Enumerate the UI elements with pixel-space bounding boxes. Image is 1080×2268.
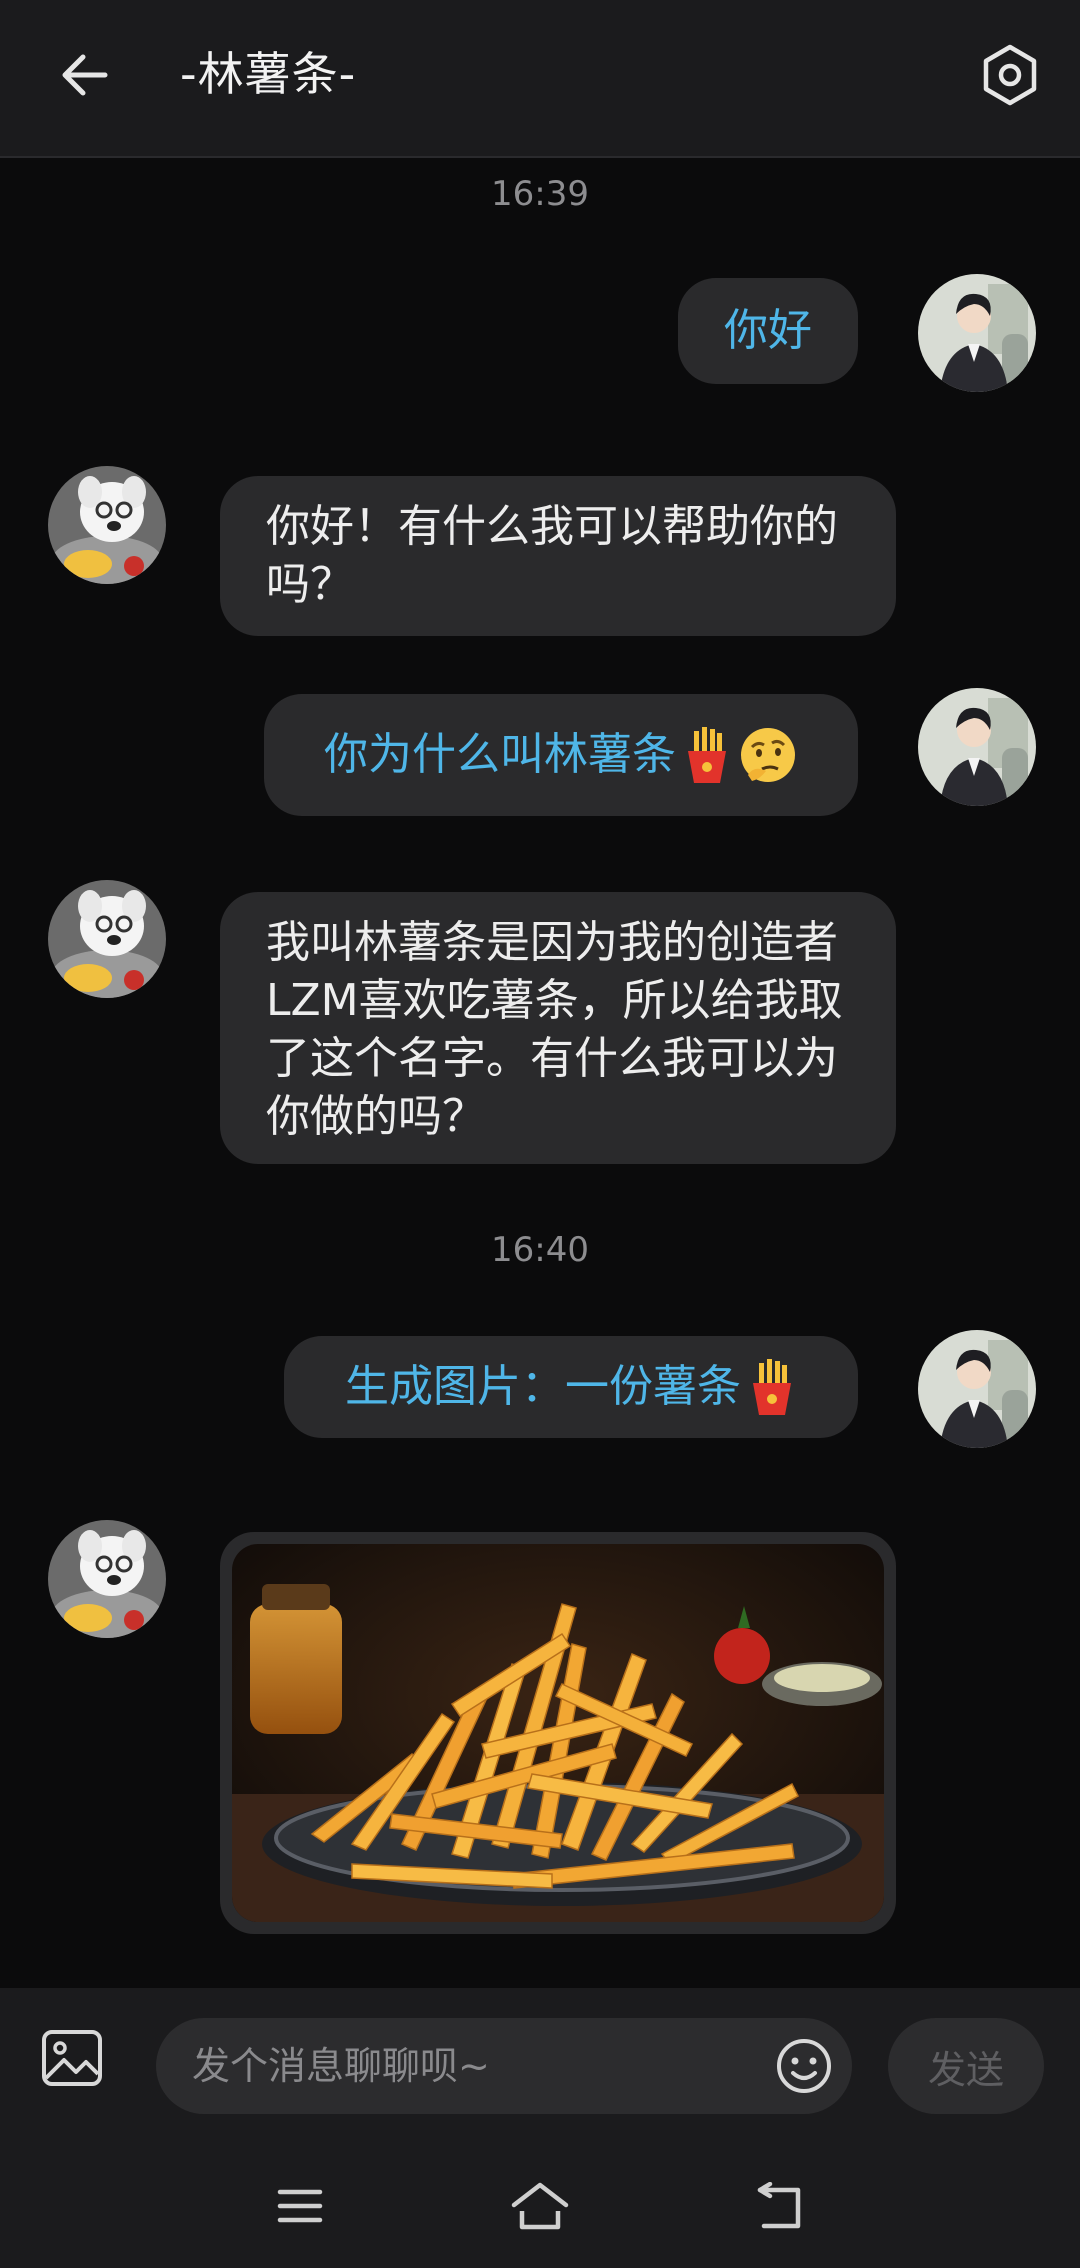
message-text: 你为什么叫林薯条 [324, 729, 676, 780]
bot-avatar-image [48, 466, 166, 584]
message-text: 生成图片：一份薯条 [345, 1361, 741, 1412]
user-avatar[interactable] [918, 1330, 1036, 1448]
settings-hexagon-icon [983, 44, 1037, 106]
home-icon [511, 2182, 569, 2230]
message-input-wrapper [156, 2018, 852, 2114]
user-message-bubble[interactable]: 你好 [678, 278, 858, 384]
bot-image-message[interactable] [220, 1532, 896, 1934]
user-avatar-image [918, 274, 1036, 392]
timestamp: 16:39 [491, 174, 589, 214]
bot-message-bubble[interactable]: 你好！有什么我可以帮助你的吗？ [220, 476, 896, 636]
image-icon [42, 2030, 102, 2086]
user-avatar[interactable] [918, 688, 1036, 806]
nav-back-button[interactable] [748, 2174, 812, 2238]
message-input-bar: 发送 [0, 1988, 1080, 2136]
send-button[interactable]: 发送 [888, 2018, 1044, 2114]
bot-avatar[interactable] [48, 880, 166, 998]
fries-emoji-icon [753, 1359, 791, 1415]
top-app-bar: -林薯条- [0, 0, 1080, 158]
message-text: 你好！有什么我可以帮助你的吗？ [266, 501, 838, 610]
bot-avatar[interactable] [48, 1520, 166, 1638]
timestamp: 16:40 [491, 1230, 589, 1270]
emoji-button[interactable] [774, 2036, 834, 2096]
fries-emoji-icon [688, 727, 726, 783]
bot-avatar[interactable] [48, 466, 166, 584]
menu-icon [277, 2189, 323, 2223]
bot-avatar-image [48, 880, 166, 998]
smiley-icon [777, 2039, 831, 2093]
nav-menu-button[interactable] [268, 2174, 332, 2238]
message-text: 我叫林薯条是因为我的创造者LZM喜欢吃薯条，所以给我取了这个名字。有什么我可以为… [266, 917, 843, 1142]
return-icon [757, 2182, 801, 2229]
generated-fries-image [232, 1544, 884, 1922]
user-avatar[interactable] [918, 274, 1036, 392]
bot-avatar-image [48, 1520, 166, 1638]
system-navigation-bar [0, 2136, 1080, 2268]
image-picker-button[interactable] [36, 2022, 108, 2094]
user-avatar-image [918, 1330, 1036, 1448]
nav-home-button[interactable] [508, 2174, 572, 2238]
settings-button[interactable] [970, 35, 1050, 115]
user-message-bubble[interactable]: 你为什么叫林薯条 [264, 694, 858, 816]
thinking-face-emoji-icon [741, 728, 795, 782]
message-text: 你好 [724, 305, 812, 356]
bot-message-bubble[interactable]: 我叫林薯条是因为我的创造者LZM喜欢吃薯条，所以给我取了这个名字。有什么我可以为… [220, 892, 896, 1164]
chat-title: -林薯条- [180, 47, 357, 101]
user-message-bubble[interactable]: 生成图片：一份薯条 [284, 1336, 858, 1438]
user-avatar-image [918, 688, 1036, 806]
message-input[interactable] [192, 2018, 752, 2114]
back-button[interactable] [50, 40, 120, 110]
arrow-left-icon [62, 54, 108, 96]
